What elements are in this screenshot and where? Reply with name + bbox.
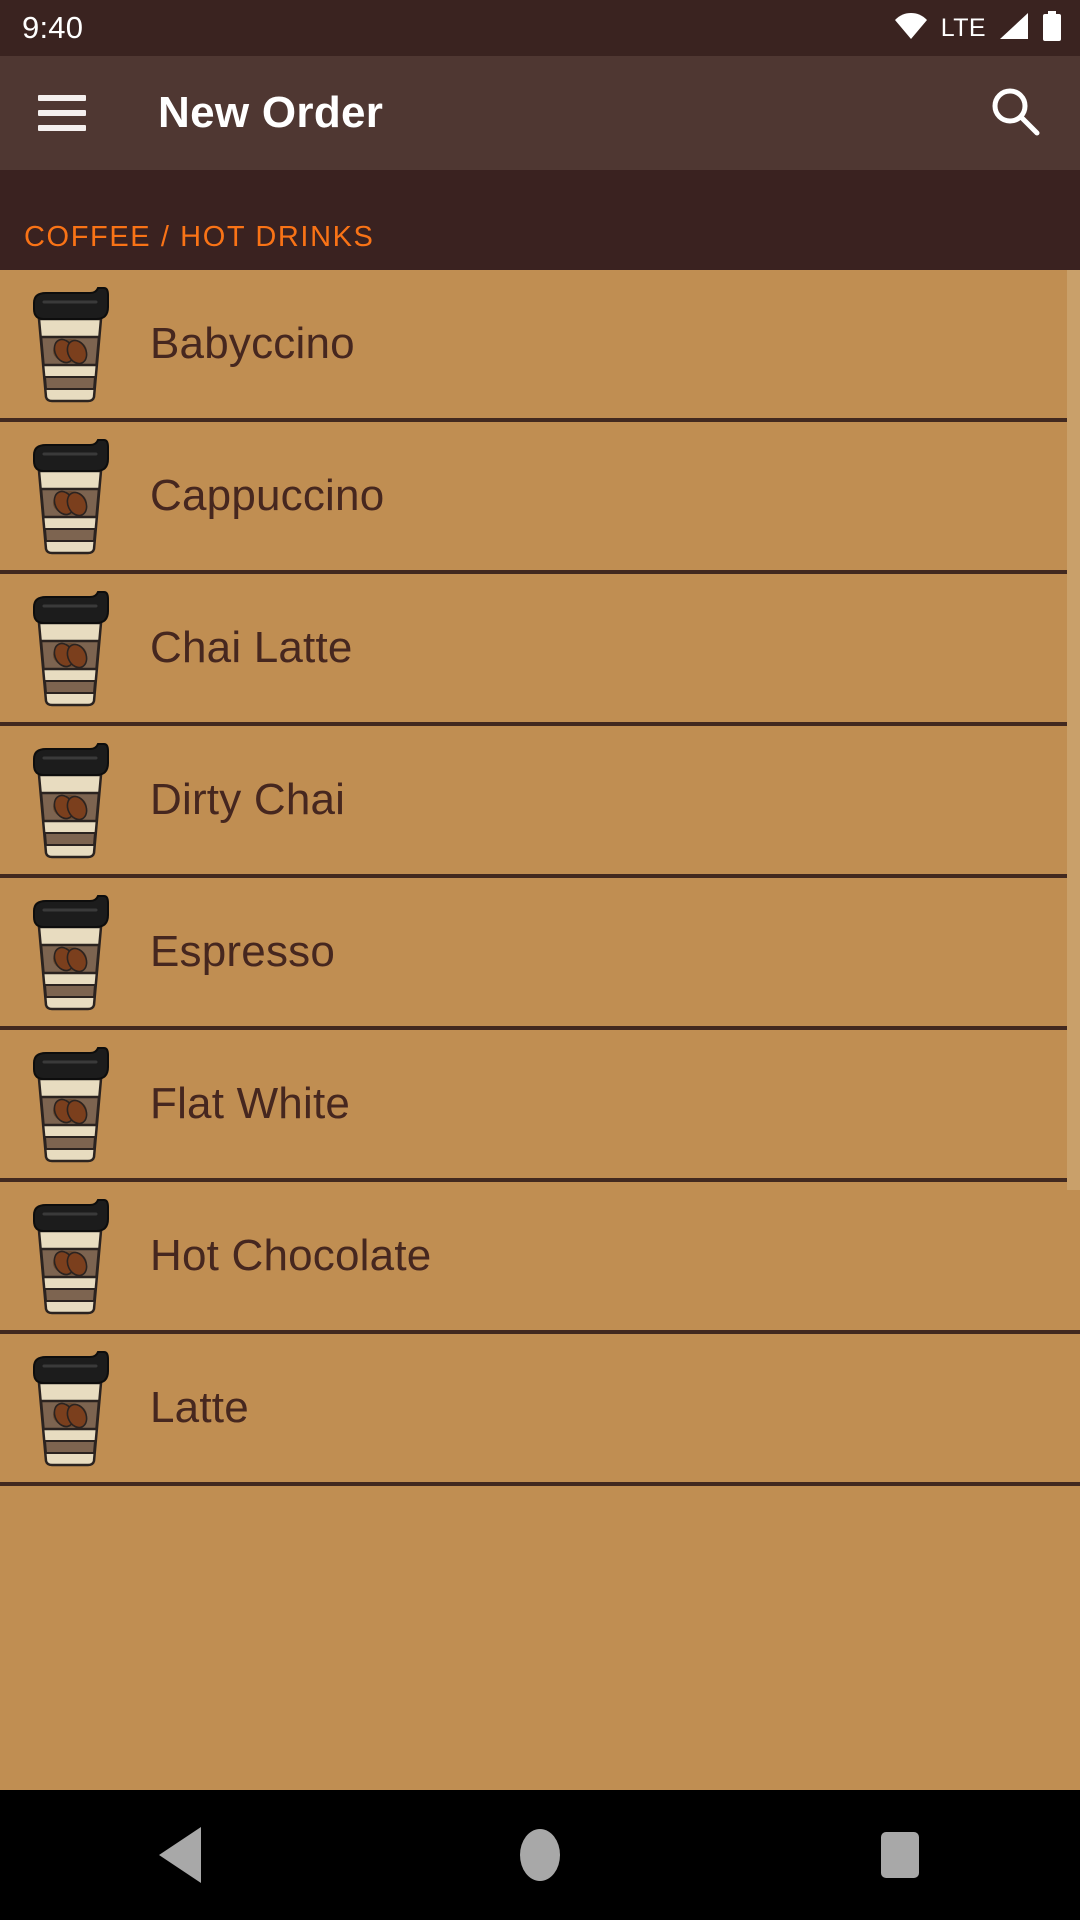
coffee-cup-icon xyxy=(18,589,122,707)
hamburger-bar-3 xyxy=(38,125,86,131)
nav-home-button[interactable] xyxy=(450,1790,630,1920)
nav-recents-button[interactable] xyxy=(810,1790,990,1920)
breadcrumb-bar: COFFEE / HOT DRINKS xyxy=(0,170,1080,270)
breadcrumb[interactable]: COFFEE / HOT DRINKS xyxy=(0,221,375,270)
wifi-icon xyxy=(894,12,928,44)
signal-icon xyxy=(999,12,1029,44)
network-type-label: LTE xyxy=(940,13,986,42)
status-bar: 9:40 LTE xyxy=(0,0,1080,56)
list-item[interactable]: Chai Latte xyxy=(0,574,1080,726)
app-bar: New Order xyxy=(0,56,1080,170)
nav-back-button[interactable] xyxy=(90,1790,270,1920)
android-navigation-bar xyxy=(0,1790,1080,1920)
coffee-cup-icon xyxy=(18,1349,122,1467)
list-item-label: Latte xyxy=(150,1383,249,1432)
hamburger-bar-1 xyxy=(38,95,86,101)
home-circle-icon xyxy=(520,1829,560,1881)
coffee-cup-icon xyxy=(18,741,122,859)
coffee-cup-icon xyxy=(18,1045,122,1163)
list-item[interactable]: Cappuccino xyxy=(0,422,1080,574)
coffee-cup-icon xyxy=(18,1197,122,1315)
battery-icon xyxy=(1042,10,1062,46)
list-item-label: Hot Chocolate xyxy=(150,1231,432,1280)
list-item-label: Espresso xyxy=(150,927,336,976)
menu-item-list[interactable]: Babyccino Cappuccino Chai Latte Dirty Ch… xyxy=(0,270,1080,1790)
list-item-label: Cappuccino xyxy=(150,471,385,520)
search-icon xyxy=(988,84,1042,143)
list-item[interactable]: Hot Chocolate xyxy=(0,1182,1080,1334)
page-title: New Order xyxy=(158,88,384,137)
list-item-label: Chai Latte xyxy=(150,623,353,672)
back-triangle-icon xyxy=(159,1827,201,1883)
status-bar-indicators: LTE xyxy=(894,10,1062,46)
coffee-cup-icon xyxy=(18,893,122,1011)
list-item[interactable]: Dirty Chai xyxy=(0,726,1080,878)
hamburger-bar-2 xyxy=(38,110,86,116)
list-item-label: Flat White xyxy=(150,1079,351,1128)
scrollbar-thumb[interactable] xyxy=(1067,270,1080,1190)
list-item-label: Dirty Chai xyxy=(150,775,346,824)
list-item[interactable]: Babyccino xyxy=(0,270,1080,422)
list-item-label: Babyccino xyxy=(150,319,355,368)
list-item[interactable]: Flat White xyxy=(0,1030,1080,1182)
search-button[interactable] xyxy=(976,74,1054,152)
app-root: 9:40 LTE New Order COFFEE / HOT DRINKS B… xyxy=(0,0,1080,1920)
status-bar-clock: 9:40 xyxy=(22,10,84,45)
list-item[interactable]: Espresso xyxy=(0,878,1080,1030)
hamburger-menu-icon[interactable] xyxy=(38,95,86,131)
coffee-cup-icon xyxy=(18,437,122,555)
coffee-cup-icon xyxy=(18,285,122,403)
recents-square-icon xyxy=(881,1832,919,1878)
list-item[interactable]: Latte xyxy=(0,1334,1080,1486)
